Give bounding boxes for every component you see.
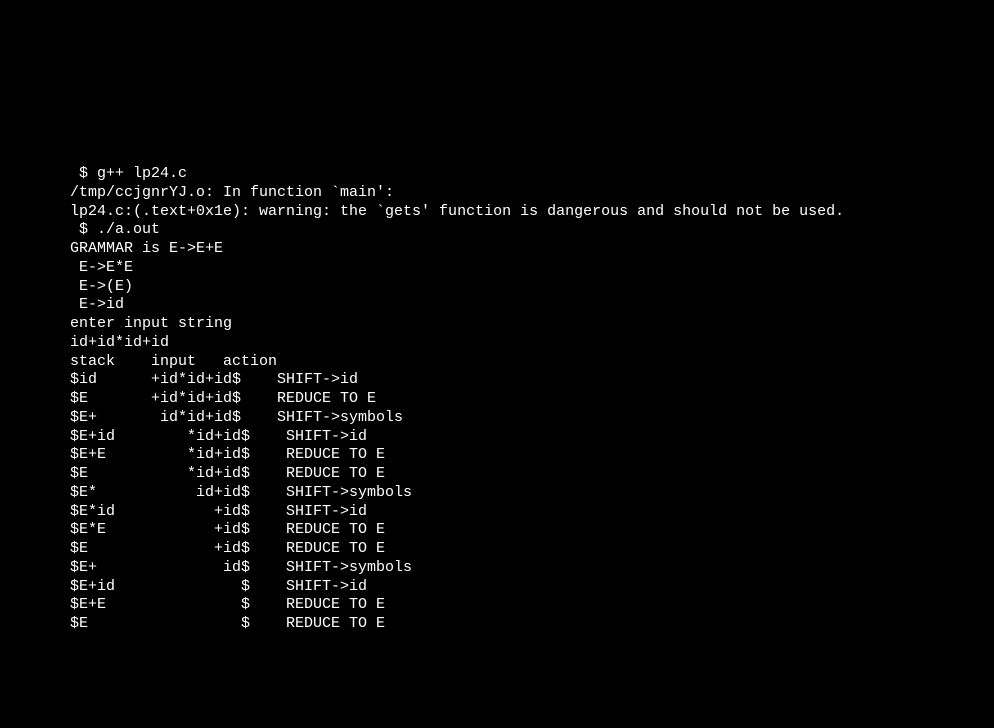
terminal-line: $ g++ lp24.c — [70, 165, 994, 184]
terminal-line: E->id — [70, 296, 994, 315]
terminal-line: $E* id+id$ SHIFT->symbols — [70, 484, 994, 503]
terminal-line: $id +id*id+id$ SHIFT->id — [70, 371, 994, 390]
terminal-line: /tmp/ccjgnrYJ.o: In function `main': — [70, 184, 994, 203]
terminal-line: $E +id$ REDUCE TO E — [70, 540, 994, 559]
terminal-line: $E+ id$ SHIFT->symbols — [70, 559, 994, 578]
terminal-line: E->(E) — [70, 278, 994, 297]
terminal-line: $E+E *id+id$ REDUCE TO E — [70, 446, 994, 465]
terminal-line: E->E*E — [70, 259, 994, 278]
terminal-line: $E+id *id+id$ SHIFT->id — [70, 428, 994, 447]
terminal-line: $E *id+id$ REDUCE TO E — [70, 465, 994, 484]
terminal-line: $E*E +id$ REDUCE TO E — [70, 521, 994, 540]
terminal-line: GRAMMAR is E->E+E — [70, 240, 994, 259]
terminal-output[interactable]: $ g++ lp24.c/tmp/ccjgnrYJ.o: In function… — [70, 165, 994, 634]
terminal-line: $E $ REDUCE TO E — [70, 615, 994, 634]
terminal-line: $E+id $ SHIFT->id — [70, 578, 994, 597]
terminal-line: $E*id +id$ SHIFT->id — [70, 503, 994, 522]
terminal-line: $ ./a.out — [70, 221, 994, 240]
terminal-line: id+id*id+id — [70, 334, 994, 353]
terminal-line: $E+E $ REDUCE TO E — [70, 596, 994, 615]
terminal-line: stack input action — [70, 353, 994, 372]
terminal-line: lp24.c:(.text+0x1e): warning: the `gets'… — [70, 203, 994, 222]
terminal-line: $E +id*id+id$ REDUCE TO E — [70, 390, 994, 409]
terminal-line: enter input string — [70, 315, 994, 334]
terminal-line: $E+ id*id+id$ SHIFT->symbols — [70, 409, 994, 428]
